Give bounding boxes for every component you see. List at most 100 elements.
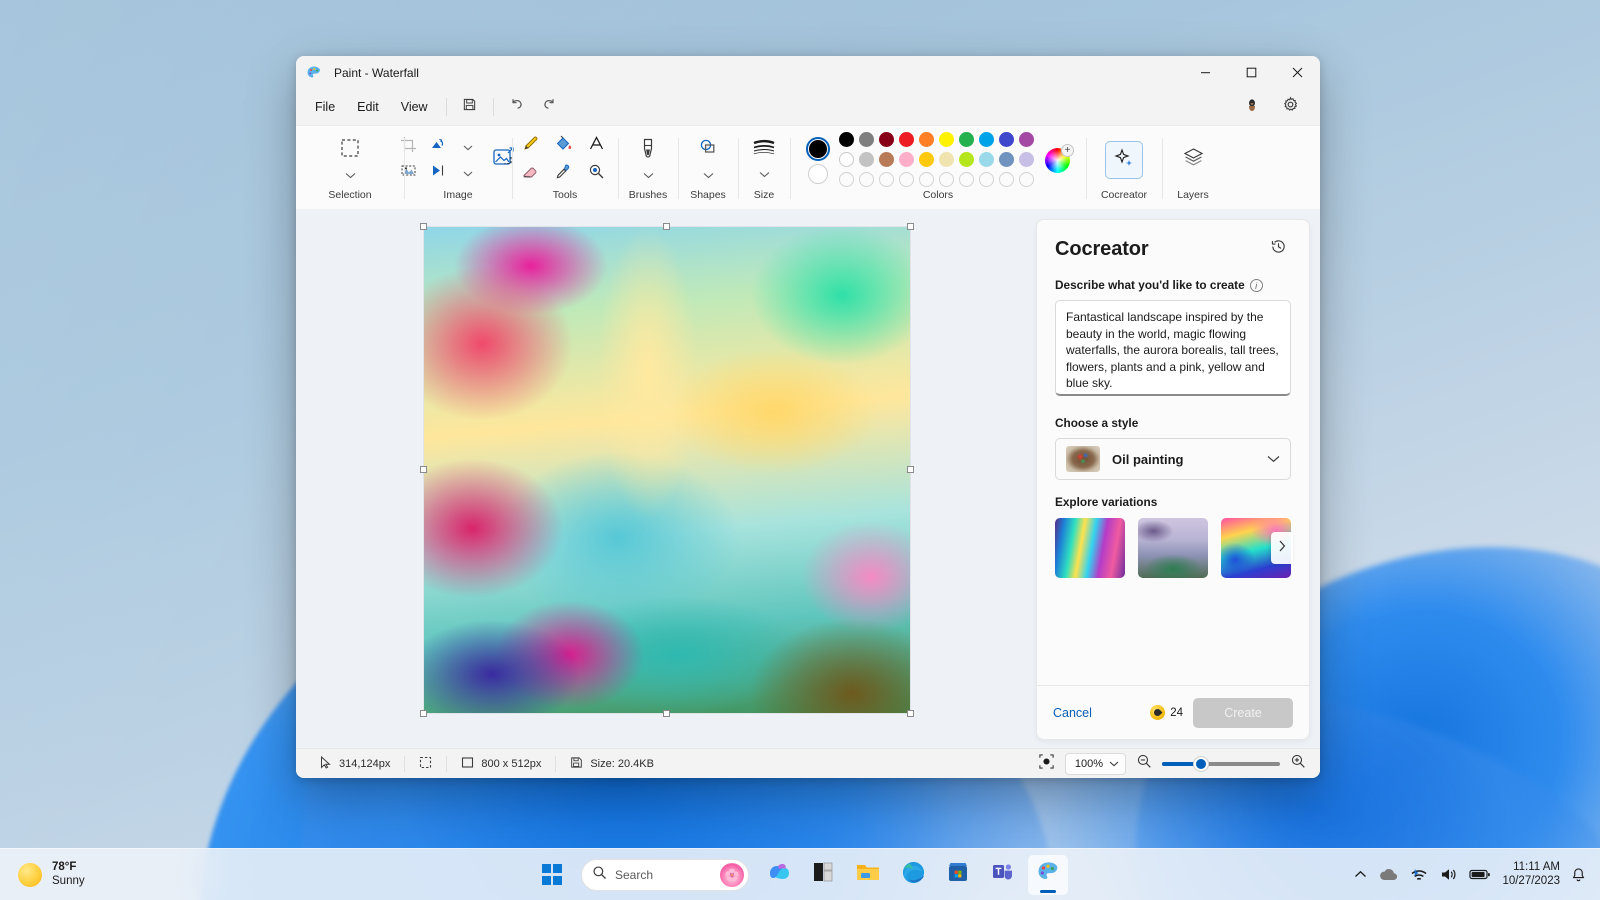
- notifications-button[interactable]: [1571, 867, 1586, 883]
- menu-view[interactable]: View: [390, 95, 439, 119]
- menu-file[interactable]: File: [304, 95, 346, 119]
- settings-button[interactable]: [1274, 93, 1306, 121]
- title-bar[interactable]: Paint - Waterfall: [296, 56, 1320, 89]
- custom-color-slot[interactable]: [839, 172, 854, 187]
- custom-color-slot[interactable]: [859, 172, 874, 187]
- start-button[interactable]: [532, 855, 572, 895]
- fill-tool[interactable]: [549, 133, 579, 159]
- crop-tool[interactable]: [393, 134, 423, 160]
- show-hidden-icons-button[interactable]: [1354, 870, 1367, 879]
- color-swatch[interactable]: [899, 152, 914, 167]
- color-swatch[interactable]: [879, 152, 894, 167]
- selection-handle-nw[interactable]: [420, 223, 427, 230]
- selection-handle-n[interactable]: [663, 223, 670, 230]
- color-swatch[interactable]: [919, 152, 934, 167]
- cocreator-history-button[interactable]: [1265, 236, 1291, 262]
- color-swatch[interactable]: [919, 132, 934, 147]
- color-swatch[interactable]: [839, 152, 854, 167]
- color-swatch[interactable]: [959, 132, 974, 147]
- size-tool[interactable]: [744, 134, 784, 186]
- secondary-color-swatch[interactable]: [808, 164, 828, 184]
- color-swatch[interactable]: [879, 132, 894, 147]
- zoom-out-button[interactable]: [1136, 753, 1152, 774]
- undo-button[interactable]: [501, 93, 533, 121]
- network-button[interactable]: [1409, 867, 1429, 883]
- custom-color-slot[interactable]: [979, 172, 994, 187]
- prompt-input[interactable]: [1055, 300, 1291, 396]
- cocreator-toggle-button[interactable]: [1105, 141, 1143, 179]
- battery-button[interactable]: [1469, 868, 1491, 881]
- eraser-tool[interactable]: [516, 161, 546, 187]
- clock[interactable]: 11:11 AM 10/27/2023: [1502, 861, 1560, 889]
- color-swatch[interactable]: [1019, 132, 1034, 147]
- weather-widget[interactable]: 78°F Sunny: [0, 861, 85, 887]
- pencil-tool[interactable]: [516, 133, 546, 159]
- selection-handle-sw[interactable]: [420, 710, 427, 717]
- color-swatch[interactable]: [979, 132, 994, 147]
- variation-thumbnail[interactable]: [1055, 518, 1125, 578]
- teams-button[interactable]: [983, 855, 1023, 895]
- selection-handle-e[interactable]: [907, 466, 914, 473]
- canvas-artwork[interactable]: [424, 227, 910, 713]
- zoom-in-button[interactable]: [1290, 753, 1306, 774]
- microsoft-store-button[interactable]: [938, 855, 978, 895]
- file-explorer-button[interactable]: [848, 855, 888, 895]
- rotate-dropdown[interactable]: [453, 134, 483, 160]
- zoom-slider-thumb[interactable]: [1194, 757, 1208, 771]
- volume-button[interactable]: [1440, 867, 1458, 882]
- custom-color-slot[interactable]: [879, 172, 894, 187]
- rectangular-selection-tool[interactable]: [330, 134, 370, 186]
- color-swatch[interactable]: [839, 132, 854, 147]
- style-dropdown[interactable]: Oil painting: [1055, 438, 1291, 480]
- rotate-tool[interactable]: [423, 134, 453, 160]
- custom-color-slot[interactable]: [959, 172, 974, 187]
- onedrive-button[interactable]: [1378, 868, 1398, 882]
- zoom-level-dropdown[interactable]: 100%: [1065, 753, 1126, 775]
- color-swatch[interactable]: [959, 152, 974, 167]
- color-swatch[interactable]: [859, 152, 874, 167]
- account-avatar-button[interactable]: [1236, 93, 1268, 121]
- create-button[interactable]: Create: [1193, 698, 1293, 728]
- text-tool[interactable]: [582, 133, 612, 159]
- color-swatch[interactable]: [979, 152, 994, 167]
- color-swatch[interactable]: [999, 132, 1014, 147]
- custom-color-slot[interactable]: [999, 172, 1014, 187]
- redo-button[interactable]: [533, 93, 565, 121]
- color-swatch[interactable]: [939, 132, 954, 147]
- close-button[interactable]: [1274, 56, 1320, 89]
- variations-next-button[interactable]: [1271, 532, 1293, 564]
- brushes-tool[interactable]: [628, 134, 668, 186]
- color-swatch[interactable]: [999, 152, 1014, 167]
- color-swatch[interactable]: [899, 132, 914, 147]
- flip-dropdown[interactable]: [453, 160, 483, 186]
- edit-colors-button[interactable]: +: [1045, 148, 1070, 173]
- taskbar-search[interactable]: Search 🌸: [581, 859, 749, 891]
- custom-color-slot[interactable]: [919, 172, 934, 187]
- selection-handle-se[interactable]: [907, 710, 914, 717]
- selection-handle-w[interactable]: [420, 466, 427, 473]
- invert-selection-tool[interactable]: [393, 160, 423, 186]
- custom-color-slot[interactable]: [899, 172, 914, 187]
- shapes-tool[interactable]: [688, 134, 728, 186]
- color-swatch[interactable]: [1019, 152, 1034, 167]
- magnifier-tool[interactable]: [582, 161, 612, 187]
- custom-color-slot[interactable]: [939, 172, 954, 187]
- flip-tool[interactable]: [423, 160, 453, 186]
- copilot-button[interactable]: [758, 855, 798, 895]
- zoom-slider[interactable]: [1162, 762, 1280, 766]
- variation-thumbnail[interactable]: [1138, 518, 1208, 578]
- custom-color-slot[interactable]: [1019, 172, 1034, 187]
- paint-taskbar-button[interactable]: [1028, 855, 1068, 895]
- color-swatch[interactable]: [859, 132, 874, 147]
- maximize-button[interactable]: [1228, 56, 1274, 89]
- info-icon[interactable]: i: [1250, 279, 1263, 292]
- menu-edit[interactable]: Edit: [346, 95, 390, 119]
- eyedropper-tool[interactable]: [549, 161, 579, 187]
- primary-color-swatch[interactable]: [806, 137, 830, 161]
- color-swatch[interactable]: [939, 152, 954, 167]
- save-button[interactable]: [454, 93, 486, 121]
- selection-handle-ne[interactable]: [907, 223, 914, 230]
- layers-button[interactable]: [1173, 134, 1213, 186]
- selection-handle-s[interactable]: [663, 710, 670, 717]
- minimize-button[interactable]: [1182, 56, 1228, 89]
